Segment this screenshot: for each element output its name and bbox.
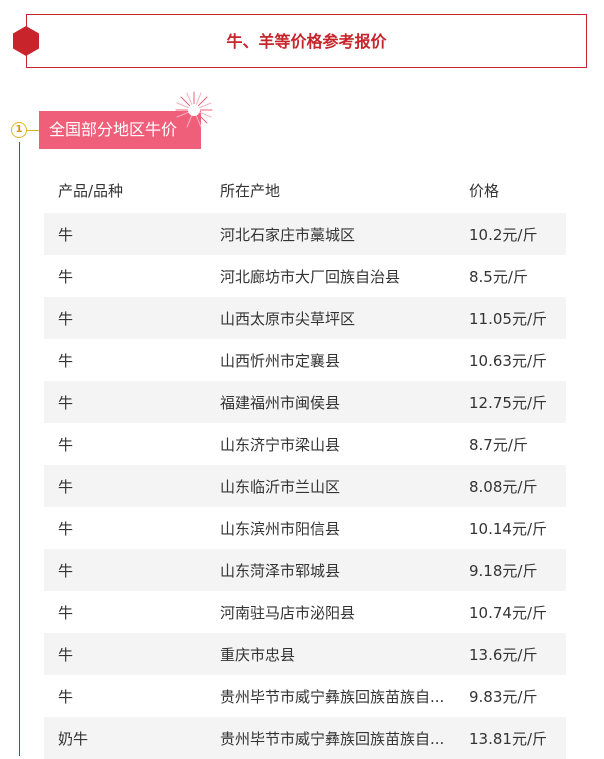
cell-product: 牛 [58,351,74,370]
cell-origin: 贵州毕节市威宁彝族回族苗族自... [220,687,445,706]
cell-origin: 山东菏泽市郓城县 [220,561,341,580]
cell-product: 牛 [58,645,74,664]
cell-price: 8.7元/斤 [469,435,528,454]
table-body: 牛河北石家庄市藁城区 10.2元/斤牛河北廊坊市大厂回族自治县 8.5元/斤牛山西太… [44,213,566,759]
table-row: 牛 河南驻马店市泌阳县 10.74元/斤 [44,591,566,633]
cell-origin: 河北石家庄市藁城区 [220,225,356,244]
cell-origin: 山西太原市尖草坪区 [220,309,356,328]
cell-origin: 山东济宁市梁山县 [220,435,341,454]
cell-price: 10.74元/斤 [469,603,547,622]
firework-icon [175,91,213,129]
title-box: 牛、羊等价格参考报价 [26,14,587,68]
cell-product: 牛 [58,603,74,622]
timeline-connector [27,130,39,131]
cell-price: 8.5元/斤 [469,267,528,286]
cell-product: 牛 [58,267,74,286]
cell-price: 10.63元/斤 [469,351,547,370]
cell-origin: 重庆市忠县 [220,645,296,664]
cell-price: 13.81元/斤 [469,729,547,748]
column-header-price: 价格 [469,181,500,200]
table-row: 牛 山东临沂市兰山区 8.08元/斤 [44,465,566,507]
cell-origin: 河南驻马店市泌阳县 [220,603,356,622]
table-row: 牛 山西太原市尖草坪区 11.05元/斤 [44,297,566,339]
cell-price: 10.14元/斤 [469,519,547,538]
table-row: 牛 山东菏泽市郓城县 9.18元/斤 [44,549,566,591]
hexagon-icon [13,26,39,56]
cell-origin: 山东临沂市兰山区 [220,477,341,496]
cell-price: 12.75元/斤 [469,393,547,412]
cell-product: 牛 [58,393,74,412]
cell-price: 8.08元/斤 [469,477,538,496]
timeline-line [19,142,20,756]
cell-product: 奶牛 [58,729,89,748]
cell-origin: 贵州毕节市威宁彝族回族苗族自... [220,729,445,748]
cell-price: 9.83元/斤 [469,687,538,706]
cell-origin: 山东滨州市阳信县 [220,519,341,538]
cell-price: 11.05元/斤 [469,309,547,328]
table-row: 牛 河北石家庄市藁城区 10.2元/斤 [44,213,566,255]
table-row: 牛 河北廊坊市大厂回族自治县 8.5元/斤 [44,255,566,297]
cell-origin: 山西忻州市定襄县 [220,351,341,370]
page-title: 牛、羊等价格参考报价 [226,32,387,51]
table-row: 牛 山东滨州市阳信县 10.14元/斤 [44,507,566,549]
table-row: 奶牛 贵州毕节市威宁彝族回族苗族自... 13.81元/斤 [44,717,566,759]
cell-product: 牛 [58,519,74,538]
table-row: 牛 山西忻州市定襄县 10.63元/斤 [44,339,566,381]
cell-price: 9.18元/斤 [469,561,538,580]
cell-product: 牛 [58,435,74,454]
cell-price: 13.6元/斤 [469,645,538,664]
table-row: 牛 贵州毕节市威宁彝族回族苗族自... 9.83元/斤 [44,675,566,717]
cell-origin: 河北廊坊市大厂回族自治县 [220,267,401,286]
cell-product: 牛 [58,477,74,496]
table-row: 牛 山东济宁市梁山县 8.7元/斤 [44,423,566,465]
cell-price: 10.2元/斤 [469,225,538,244]
section-number-badge: 1 [11,122,27,138]
column-header-product: 产品/品种 [58,181,124,200]
price-table: 产品/品种 所在产地 价格 牛河北石家庄市藁城区 10.2元/斤牛河北廊坊市大厂回… [44,167,566,759]
cell-product: 牛 [58,309,74,328]
cell-origin: 福建福州市闽侯县 [220,393,341,412]
cell-product: 牛 [58,561,74,580]
column-header-origin: 所在产地 [220,181,281,200]
table-row: 牛 福建福州市闽侯县 12.75元/斤 [44,381,566,423]
table-header: 产品/品种 所在产地 价格 [44,167,566,213]
cell-product: 牛 [58,687,74,706]
table-row: 牛 重庆市忠县 13.6元/斤 [44,633,566,675]
cell-product: 牛 [58,225,74,244]
